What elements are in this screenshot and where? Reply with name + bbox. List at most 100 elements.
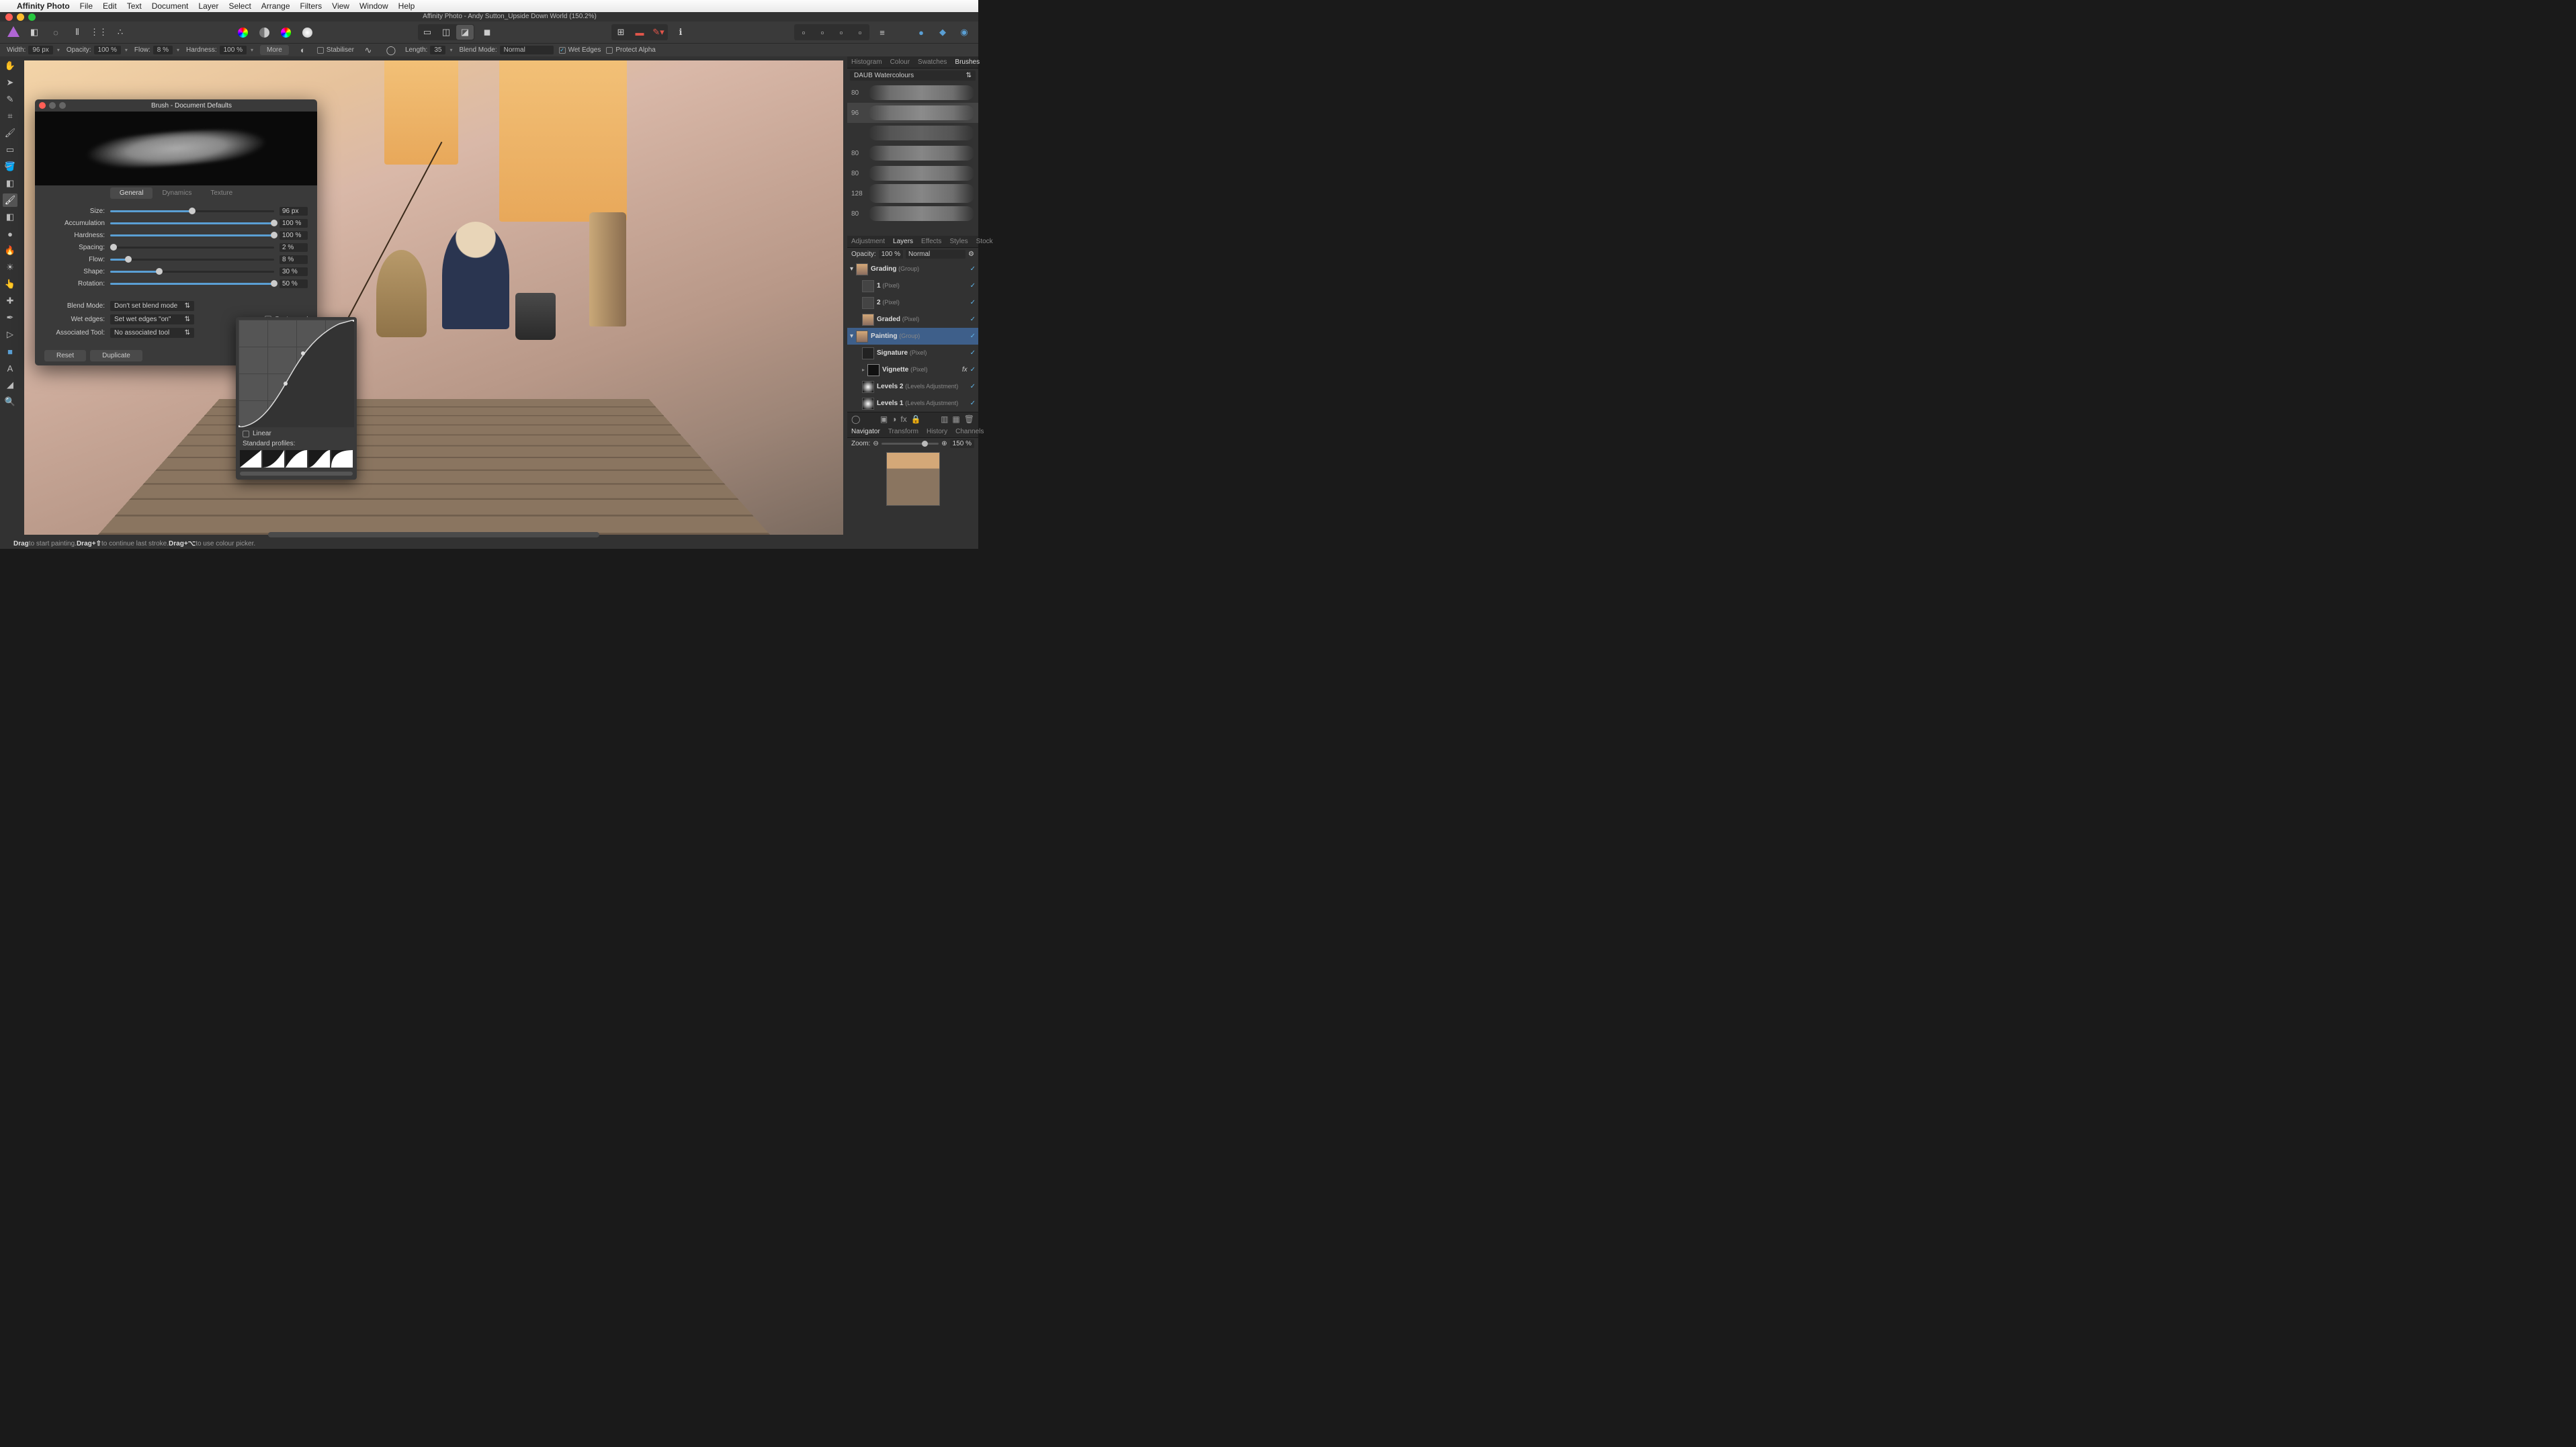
slider-track[interactable] — [110, 210, 274, 212]
clone-tool-icon[interactable]: ● — [3, 227, 17, 240]
chevron-down-icon[interactable]: ▾ — [124, 47, 129, 53]
brush-preset[interactable]: 80 — [847, 143, 978, 163]
burn-tool-icon[interactable]: 🔥 — [3, 244, 17, 257]
account-icon[interactable]: ● — [912, 25, 930, 40]
layer-item[interactable]: Levels 1 (Levels Adjustment)✓ — [847, 395, 978, 412]
store-icon[interactable]: ◆ — [934, 25, 951, 40]
slider-value-field[interactable]: 2 % — [280, 243, 308, 252]
window-close-icon[interactable] — [5, 13, 13, 21]
tab-histogram[interactable]: Histogram — [847, 56, 886, 68]
arrange-front-icon[interactable]: ▫ — [851, 25, 869, 40]
profile-scrollbar[interactable] — [240, 472, 353, 476]
chevron-down-icon[interactable]: ▾ — [56, 47, 61, 53]
colour-format-icon[interactable] — [277, 25, 294, 40]
flood-fill-tool-icon[interactable]: 🪣 — [3, 160, 17, 173]
persona-develop-icon[interactable]: ⦀ — [69, 25, 86, 40]
hardness-field[interactable]: 100 % — [220, 46, 247, 54]
tab-transform[interactable]: Transform — [884, 426, 922, 437]
tab-general[interactable]: General — [110, 187, 153, 199]
zoom-field[interactable]: 150 % — [950, 439, 974, 448]
lock-layer-icon[interactable]: 🔒 — [911, 414, 921, 424]
brush-preset[interactable] — [847, 123, 978, 143]
help-icon[interactable]: ◉ — [955, 25, 973, 40]
arrange-back-icon[interactable]: ▫ — [795, 25, 812, 40]
disclosure-icon[interactable]: ▾ — [850, 265, 853, 273]
slider-track[interactable] — [110, 259, 274, 261]
align-icon[interactable]: ≡ — [873, 25, 891, 40]
slider-value-field[interactable]: 30 % — [280, 267, 308, 276]
associated-tool-select[interactable]: No associated tool⇅ — [110, 328, 194, 338]
chevron-down-icon[interactable]: ▾ — [175, 47, 181, 53]
persona-photo-icon[interactable]: ◧ — [26, 25, 43, 40]
length-field[interactable]: 35 — [430, 46, 445, 54]
window-fullscreen-icon[interactable] — [28, 13, 36, 21]
layer-item[interactable]: Graded (Pixel)✓ — [847, 311, 978, 328]
add-layer-icon[interactable]: ▦ — [952, 414, 959, 424]
profile-preset[interactable] — [240, 450, 261, 468]
horizontal-scrollbar[interactable] — [268, 532, 599, 537]
tab-swatches[interactable]: Swatches — [914, 56, 951, 68]
colour-picker-tool-icon[interactable]: ✎ — [3, 93, 17, 106]
greyscale-icon[interactable] — [255, 25, 273, 40]
disclosure-icon[interactable]: ▾ — [850, 333, 853, 340]
crop-tool-icon[interactable]: ⌗ — [3, 109, 17, 123]
marquee-tool-icon[interactable]: ▭ — [3, 143, 17, 157]
tab-dynamics[interactable]: Dynamics — [153, 187, 201, 199]
layer-item[interactable]: ▸Vignette (Pixel)fx✓ — [847, 361, 978, 378]
wet-edges-checkbox[interactable]: ✓ — [559, 47, 566, 54]
dialog-max-icon[interactable] — [59, 102, 66, 109]
selection-brush-tool-icon[interactable]: 🖌 — [3, 126, 17, 140]
tab-effects[interactable]: Effects — [917, 236, 945, 247]
layer-group-painting[interactable]: ▾Painting (Group)✓ — [847, 328, 978, 345]
pressure-icon[interactable]: ◐ — [294, 43, 312, 58]
menu-file[interactable]: File — [80, 1, 93, 11]
selection-new-icon[interactable]: ▭ — [419, 25, 436, 40]
slider-track[interactable] — [110, 222, 274, 224]
visibility-checkbox-icon[interactable]: ✓ — [970, 299, 976, 306]
visibility-checkbox-icon[interactable]: ✓ — [970, 265, 976, 273]
adjustment-layer-icon[interactable]: ◑ — [892, 414, 896, 424]
delete-layer-icon[interactable]: 🗑 — [964, 414, 974, 424]
tab-history[interactable]: History — [922, 426, 951, 437]
menu-help[interactable]: Help — [398, 1, 415, 11]
more-button[interactable]: More — [260, 45, 289, 55]
menu-document[interactable]: Document — [152, 1, 189, 11]
layer-item[interactable]: 1 (Pixel)✓ — [847, 277, 978, 294]
persona-liquify-icon[interactable]: ◌ — [47, 25, 65, 40]
fx-layer-icon[interactable]: fx — [900, 414, 906, 424]
erase-tool-icon[interactable]: ◧ — [3, 210, 17, 224]
menu-select[interactable]: Select — [228, 1, 251, 11]
tab-brushes[interactable]: Brushes — [951, 56, 984, 68]
slider-value-field[interactable]: 8 % — [280, 255, 308, 264]
linear-checkbox[interactable] — [243, 431, 249, 437]
layer-options-icon[interactable]: ⚙ — [968, 251, 974, 258]
curve-editor[interactable] — [239, 320, 354, 427]
dialog-close-icon[interactable] — [39, 102, 46, 109]
window-minimize-icon[interactable] — [17, 13, 24, 21]
disclosure-icon[interactable]: ▸ — [862, 367, 865, 373]
paint-brush-tool-icon[interactable]: 🖌 — [3, 193, 17, 207]
rope-mode-icon[interactable]: ∿ — [359, 43, 377, 58]
stabiliser-checkbox[interactable] — [317, 47, 324, 54]
wet-edges-select[interactable]: Set wet edges "on"⇅ — [110, 314, 194, 324]
mask-layer-icon[interactable]: ▣ — [880, 414, 888, 424]
zoom-slider[interactable] — [882, 443, 939, 445]
layer-opacity-field[interactable]: 100 % — [879, 250, 903, 259]
healing-tool-icon[interactable]: ✚ — [3, 294, 17, 308]
zoom-tool-icon[interactable]: 🔍 — [3, 395, 17, 408]
slider-track[interactable] — [110, 247, 274, 249]
profile-preset[interactable] — [308, 450, 330, 468]
group-layer-icon[interactable]: ▥ — [941, 414, 948, 424]
reset-button[interactable]: Reset — [44, 350, 86, 361]
chevron-down-icon[interactable]: ▾ — [249, 47, 255, 53]
protect-alpha-checkbox[interactable] — [606, 47, 613, 54]
tab-navigator[interactable]: Navigator — [847, 426, 884, 437]
menu-edit[interactable]: Edit — [103, 1, 117, 11]
gradient-tool-icon[interactable]: ◧ — [3, 177, 17, 190]
navigator-thumbnail[interactable] — [886, 452, 940, 506]
layer-item[interactable]: Levels 2 (Levels Adjustment)✓ — [847, 378, 978, 395]
menu-window[interactable]: Window — [359, 1, 388, 11]
snap-grid-icon[interactable]: ⊞ — [612, 25, 630, 40]
hand-tool-icon[interactable]: ✋ — [3, 59, 17, 73]
dodge-tool-icon[interactable]: ☀ — [3, 261, 17, 274]
